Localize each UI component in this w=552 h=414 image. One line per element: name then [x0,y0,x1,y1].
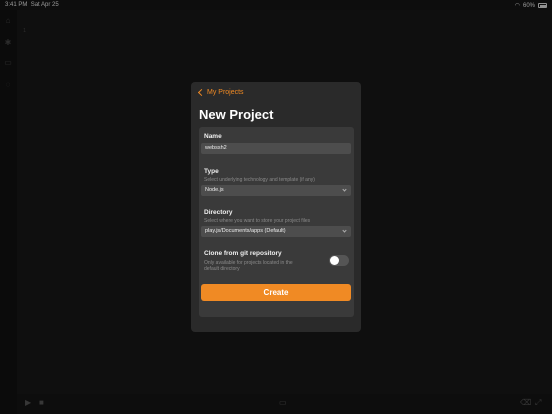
clone-hint-line2: default directory [204,266,240,272]
name-label: Name [204,133,222,140]
directory-hint: Select where you want to store your proj… [204,218,311,224]
toggle-knob [330,256,339,265]
new-project-dialog: My Projects New Project Name webssh2 Typ… [191,82,361,332]
clone-label: Clone from git repository [204,250,282,257]
directory-label: Directory [204,209,233,216]
chevron-down-icon [342,187,347,192]
type-value: Node.js [205,187,224,193]
clone-toggle[interactable] [329,255,349,266]
chevron-down-icon [342,228,347,233]
directory-select[interactable]: play.js/Documents/apps (Default) [201,226,351,237]
page-title: New Project [199,107,274,122]
directory-value: play.js/Documents/apps (Default) [205,228,286,234]
form-card: Name webssh2 Type Select underlying tech… [199,127,354,317]
type-select[interactable]: Node.js [201,185,351,196]
type-label: Type [204,168,219,175]
chevron-left-icon [197,88,206,97]
back-label: My Projects [207,89,244,96]
back-button[interactable]: My Projects [197,88,244,97]
create-button[interactable]: Create [201,284,351,301]
type-hint: Select underlying technology and templat… [204,177,315,183]
name-input[interactable]: webssh2 [201,143,351,154]
